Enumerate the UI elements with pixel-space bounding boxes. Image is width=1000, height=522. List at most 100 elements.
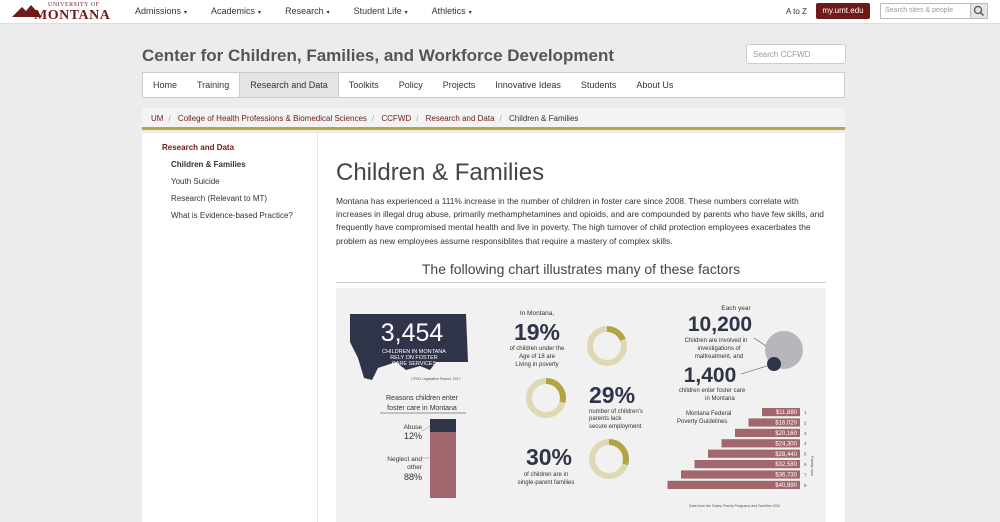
poverty-amount-label: $32,580	[775, 462, 797, 468]
poverty-amount-label: $20,160	[775, 431, 797, 437]
foster-entry-caption-2: in Montana	[705, 396, 735, 402]
breadcrumb-current: Children & Families	[509, 114, 579, 123]
family-size-label: 4	[804, 441, 807, 446]
poverty-amount-label: $36,730	[775, 473, 797, 479]
neglect-percent: 88%	[404, 472, 422, 482]
stat-poverty-caption-3: Living in poverty	[515, 362, 558, 368]
section-sidebar: Research and Data Children & Families Yo…	[142, 133, 318, 522]
abuse-bar	[430, 419, 456, 432]
stat-unemployment-caption-2: parents lack	[589, 416, 622, 422]
site-title[interactable]: Center for Children, Families, and Workf…	[142, 46, 614, 66]
my-umt-button[interactable]: my.umt.edu	[816, 3, 870, 19]
stat-poverty-intro: In Montana,	[520, 310, 555, 317]
sidebar-item-youth-suicide[interactable]: Youth Suicide	[171, 177, 220, 186]
sidebar-item-research-mt[interactable]: Research (Relevant to MT)	[171, 194, 267, 203]
poverty-title-2: Poverty Guidelines	[677, 419, 727, 425]
infographic-source: Data from the Casey Family Programs and …	[689, 504, 780, 508]
top-nav-academics[interactable]: Academics ▾	[211, 6, 261, 16]
foster-entry-caption-1: children enter foster care	[679, 388, 746, 394]
reasons-title-2: foster care in Montana	[387, 405, 457, 412]
breadcrumb-research-and-data[interactable]: Research and Data	[426, 114, 495, 123]
sidebar-heading[interactable]: Research and Data	[162, 143, 234, 152]
foster-care-source: CFSD Legislative Report, 2017	[411, 377, 461, 381]
poverty-amount-label: $40,890	[775, 483, 797, 489]
breadcrumb-ccfwd[interactable]: CCFWD	[381, 114, 411, 123]
stat-poverty-number: 19%	[514, 319, 560, 345]
breadcrumb-separator: /	[416, 114, 419, 123]
chevron-down-icon: ▾	[468, 10, 472, 16]
intro-paragraph: Montana has experienced a 111% increase …	[336, 196, 824, 246]
poverty-amount-label: $24,300	[775, 441, 797, 447]
nav-training[interactable]: Training	[187, 73, 239, 97]
abuse-leader-line	[421, 425, 431, 432]
sidebar-item-evidence-based[interactable]: What is Evidence-based Practice?	[171, 211, 293, 220]
stat-unemployment-number: 29%	[589, 382, 635, 408]
stat-single-parent-caption-1: of children are in	[524, 472, 568, 478]
foster-care-caption-3: CARE SERVICES	[392, 361, 437, 367]
top-nav-admissions[interactable]: Admissions ▾	[135, 6, 187, 16]
top-nav-athletics[interactable]: Athletics ▾	[432, 6, 472, 16]
top-nav-research[interactable]: Research ▾	[285, 6, 330, 16]
stat-unemployment-caption-1: number of children's	[589, 409, 643, 415]
investigations-caption-1: Children are involved in	[685, 338, 748, 344]
nav-research-and-data[interactable]: Research and Data	[239, 73, 339, 97]
chevron-down-icon: ▾	[258, 10, 262, 16]
investigations-leader-line	[753, 337, 767, 347]
main-nav: Home Training Research and Data Toolkits…	[142, 72, 845, 98]
site-search-input[interactable]: Search sites & people	[880, 3, 988, 19]
poverty-amount-label: $16,020	[775, 421, 797, 427]
family-size-label: 7	[804, 472, 807, 477]
infographic-canvas: 3,454 CHILDREN IN MONTANA RELY ON FOSTER…	[350, 305, 815, 508]
foster-entry-leader-line	[740, 365, 768, 375]
university-logo[interactable]: UNIVERSITY OF MONTANA	[12, 2, 116, 23]
poverty-donut	[587, 326, 627, 366]
neglect-bar	[430, 432, 456, 498]
chart-heading: The following chart illustrates many of …	[421, 261, 741, 277]
each-year-label: Each year	[721, 305, 751, 312]
ccfwd-search-input[interactable]: Search CCFWD	[746, 44, 846, 64]
a-to-z-link[interactable]: A to Z	[786, 7, 807, 16]
top-nav: Admissions ▾ Academics ▾ Research ▾ Student…	[135, 6, 472, 16]
university-top-bar: UNIVERSITY OF MONTANA Admissions ▾ Academ…	[0, 0, 1000, 24]
sidebar-item-children-families[interactable]: Children & Families	[171, 160, 246, 169]
top-nav-student-life[interactable]: Student Life ▾	[354, 6, 408, 16]
foster-entry-number: 1,400	[684, 364, 737, 387]
stat-single-parent-caption-2: single-parent families	[518, 480, 575, 486]
family-size-label: 8	[804, 483, 807, 488]
chevron-down-icon: ▾	[184, 10, 188, 16]
stat-poverty-caption-2: Age of 18 are	[519, 354, 556, 360]
breadcrumb-separator: /	[371, 114, 375, 123]
breadcrumb-separator: /	[168, 114, 171, 123]
nav-home[interactable]: Home	[143, 73, 187, 97]
family-size-label: 2	[804, 420, 807, 425]
family-size-axis-label: Family size	[810, 456, 815, 477]
foster-care-infographic: 3,454 CHILDREN IN MONTANA RELY ON FOSTER…	[336, 288, 826, 522]
abuse-percent: 12%	[404, 431, 422, 441]
foster-care-count: 3,454	[381, 319, 444, 347]
page-title: Children & Families	[336, 159, 545, 186]
breadcrumb-college[interactable]: College of Health Professions & Biomedic…	[178, 114, 367, 123]
stat-poverty-caption-1: of children under the	[510, 346, 565, 352]
investigations-caption-3: maltreatment, and	[695, 354, 743, 360]
nav-about-us[interactable]: About Us	[626, 73, 683, 97]
stat-unemployment-caption-3: secure employment	[589, 424, 642, 430]
chevron-down-icon: ▾	[404, 10, 408, 16]
unemployment-donut	[526, 378, 566, 418]
stat-single-parent-number: 30%	[526, 444, 572, 470]
family-size-label: 6	[804, 462, 807, 467]
foster-entry-circle	[767, 357, 781, 371]
nav-policy[interactable]: Policy	[389, 73, 433, 97]
search-icon	[973, 5, 985, 17]
poverty-amount-label: $28,440	[775, 452, 797, 458]
investigations-number: 10,200	[688, 313, 752, 336]
site-search-button[interactable]	[970, 3, 988, 19]
nav-students[interactable]: Students	[571, 73, 627, 97]
nav-innovative-ideas[interactable]: Innovative Ideas	[485, 73, 571, 97]
family-size-label: 5	[804, 452, 807, 457]
nav-toolkits[interactable]: Toolkits	[339, 73, 389, 97]
neglect-label-1: Neglect and	[387, 456, 422, 463]
nav-projects[interactable]: Projects	[433, 73, 486, 97]
breadcrumb-separator: /	[499, 114, 502, 123]
breadcrumb-um[interactable]: UM	[151, 114, 163, 123]
family-size-label: 3	[804, 431, 807, 436]
